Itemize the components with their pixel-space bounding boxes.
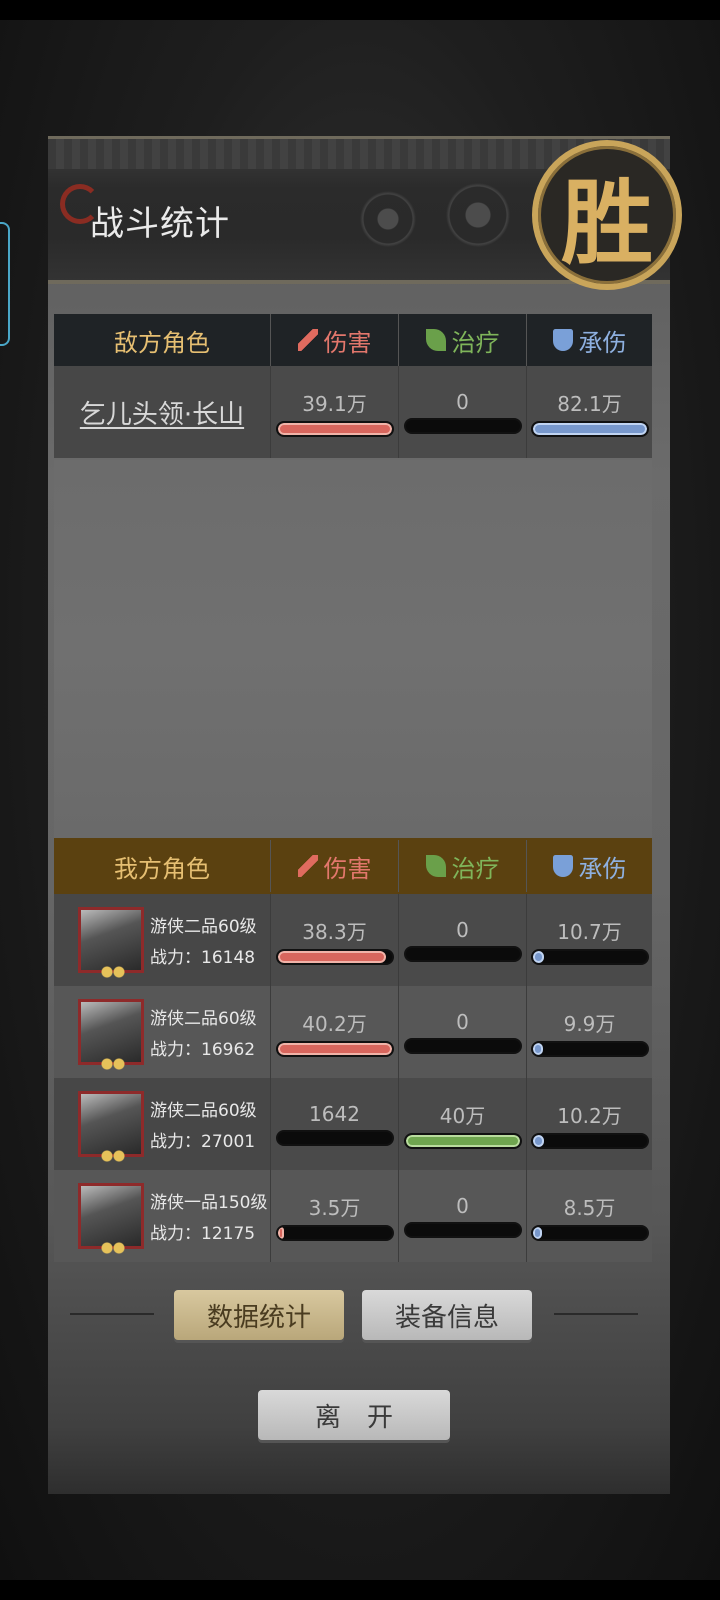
hero-power: 战力：16962	[150, 1040, 256, 1060]
rank-gem-icon	[101, 1242, 125, 1254]
rank-gem-icon	[101, 1058, 125, 1070]
heal-cell: 40万	[398, 1078, 526, 1170]
hero-rank: 游侠二品60级	[150, 1101, 257, 1121]
equipment-info-button[interactable]: 装备信息	[362, 1290, 532, 1340]
hero-rank: 游侠二品60级	[150, 917, 257, 937]
damage-bar	[275, 1224, 394, 1241]
heal-cell: 0	[398, 366, 526, 458]
taken-column-header: 承伤	[526, 840, 652, 892]
hero-cell[interactable]: 游侠二品60级 战力：27001	[54, 1078, 270, 1170]
taken-bar	[530, 1224, 649, 1241]
data-stats-button[interactable]: 数据统计	[174, 1290, 344, 1340]
heal-bar	[403, 1222, 522, 1238]
damage-cell: 40.2万	[270, 986, 398, 1078]
heal-column-header: 治疗	[398, 314, 526, 366]
status-bar	[0, 0, 720, 20]
rank-gem-icon	[101, 1150, 125, 1162]
hero-info: 游侠二品60级 战力：16962	[54, 999, 270, 1070]
heal-cell: 0	[398, 1170, 526, 1262]
ally-label: 我方角色	[114, 854, 210, 883]
hero-portrait[interactable]	[78, 999, 144, 1070]
sword-icon	[297, 329, 318, 351]
taken-bar	[530, 948, 649, 965]
ally-row: 游侠二品60级 战力：16148 38.3万 0 10.7万	[54, 894, 652, 986]
heal-bar	[403, 946, 522, 962]
divider-left	[70, 1313, 154, 1315]
hero-power: 战力：27001	[150, 1132, 256, 1152]
damage-cell: 1642	[270, 1078, 398, 1170]
heal-cell: 0	[398, 986, 526, 1078]
rank-gem-icon	[101, 966, 125, 978]
ally-row: 游侠二品60级 战力：16962 40.2万 0 9.9万	[54, 986, 652, 1078]
damage-bar	[275, 948, 394, 965]
hero-rank: 游侠一品150级	[150, 1193, 268, 1213]
side-tab[interactable]	[0, 222, 10, 346]
hero-cell[interactable]: 游侠二品60级 战力：16962	[54, 986, 270, 1078]
ally-rows: 游侠二品60级 战力：16148 38.3万 0 10.7万 游侠二品60级 战…	[54, 894, 652, 1262]
hero-power: 战力：16148	[150, 948, 256, 968]
damage-bar	[275, 1040, 394, 1057]
enemy-name-cell[interactable]: 乞儿头领·长山	[54, 366, 270, 458]
hero-info: 游侠一品150级 战力：12175	[54, 1183, 270, 1254]
page-title: 战斗统计	[90, 204, 230, 244]
victory-seal: 胜	[532, 140, 682, 290]
hero-portrait[interactable]	[78, 907, 144, 978]
heal-column-header: 治疗	[398, 840, 526, 892]
enemy-table-header: 敌方角色 伤害 治疗 承伤	[54, 314, 652, 366]
damage-cell: 38.3万	[270, 894, 398, 986]
damage-bar	[275, 420, 394, 437]
taken-cell: 82.1万	[526, 366, 652, 458]
taken-bar	[530, 1040, 649, 1057]
hero-portrait[interactable]	[78, 1091, 144, 1162]
leaf-icon	[425, 329, 446, 351]
enemy-table: 敌方角色 伤害 治疗 承伤 乞儿头领·长山 39.1万 0 82.1万	[54, 314, 652, 458]
heal-cell: 0	[398, 894, 526, 986]
hero-portrait[interactable]	[78, 1183, 144, 1254]
damage-column-header: 伤害	[270, 840, 398, 892]
heal-bar	[403, 1038, 522, 1054]
leave-button[interactable]: 离 开	[258, 1390, 450, 1440]
leaf-icon	[425, 855, 446, 877]
shield-icon	[552, 855, 573, 877]
damage-cell: 39.1万	[270, 366, 398, 458]
hero-rank: 游侠二品60级	[150, 1009, 257, 1029]
ally-table: 我方角色 伤害 治疗 承伤 游侠二品60级 战力：16148 38.3万 0 1…	[54, 838, 652, 1262]
hero-power: 战力：12175	[150, 1224, 256, 1244]
hero-cell[interactable]: 游侠一品150级 战力：12175	[54, 1170, 270, 1262]
taken-bar	[530, 1132, 649, 1149]
divider-right	[554, 1313, 638, 1315]
shield-icon	[552, 329, 573, 351]
damage-cell: 3.5万	[270, 1170, 398, 1262]
taken-cell: 9.9万	[526, 986, 652, 1078]
taken-bar	[530, 420, 649, 437]
taken-column-header: 承伤	[526, 314, 652, 366]
enemy-row: 乞儿头领·长山 39.1万 0 82.1万	[54, 366, 652, 458]
hero-info: 游侠二品60级 战力：27001	[54, 1091, 270, 1162]
sword-icon	[297, 855, 318, 877]
damage-column-header: 伤害	[270, 314, 398, 366]
taken-cell: 8.5万	[526, 1170, 652, 1262]
damage-bar	[275, 1130, 394, 1146]
hero-info: 游侠二品60级 战力：16148	[54, 907, 270, 978]
taken-cell: 10.7万	[526, 894, 652, 986]
ally-table-header: 我方角色 伤害 治疗 承伤	[54, 838, 652, 894]
ally-row: 游侠一品150级 战力：12175 3.5万 0 8.5万	[54, 1170, 652, 1262]
empty-enemy-area	[54, 460, 652, 838]
enemy-name-link[interactable]: 乞儿头领·长山	[80, 394, 244, 431]
enemy-label: 敌方角色	[114, 328, 210, 357]
taken-cell: 10.2万	[526, 1078, 652, 1170]
hero-cell[interactable]: 游侠二品60级 战力：16148	[54, 894, 270, 986]
heal-bar	[403, 1132, 522, 1149]
heal-bar	[403, 418, 522, 434]
nav-bar	[0, 1580, 720, 1600]
ally-row: 游侠二品60级 战力：27001 1642 40万 10.2万	[54, 1078, 652, 1170]
